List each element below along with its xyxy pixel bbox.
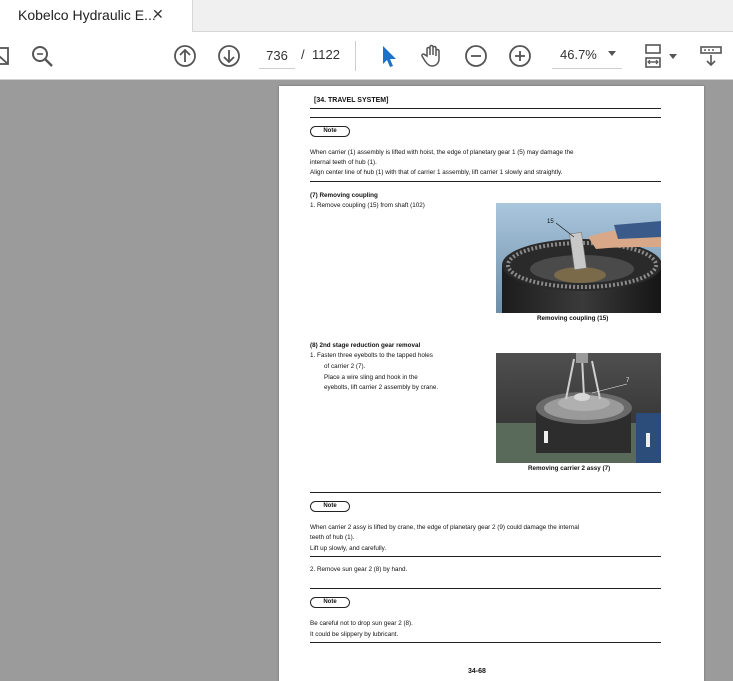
page-total: 1122 <box>312 47 340 62</box>
note2-top-rule <box>310 492 661 493</box>
coupling-photo <box>496 203 661 313</box>
note2-line: When carrier 2 assy is lifted by crane, … <box>310 524 580 531</box>
scroll-up-icon[interactable] <box>171 42 199 70</box>
section7-step: 1. Remove coupling (15) from shaft (102) <box>310 202 425 209</box>
photo2-caption: Removing carrier 2 assy (7) <box>528 465 611 472</box>
note-badge: Note <box>310 501 350 512</box>
section7-title: (7) Removing coupling <box>310 192 378 199</box>
section8-step: Place a wire sling and hook in the <box>324 374 418 381</box>
note-badge: Note <box>310 126 350 137</box>
document-tab[interactable]: Kobelco Hydraulic E... ✕ <box>0 0 193 33</box>
note1-bottom-rule <box>310 181 661 182</box>
section8-step: 1. Fasten three eyebolts to the tapped h… <box>310 352 433 359</box>
page-fit-icon[interactable] <box>640 42 668 70</box>
document-page: [34. TRAVEL SYSTEM] Note When carrier (1… <box>279 86 704 681</box>
note-badge: Note <box>310 597 350 608</box>
page-number: 34-68 <box>468 668 486 675</box>
header-rule <box>310 108 661 109</box>
search-icon[interactable] <box>28 42 56 70</box>
scroll-down-icon[interactable] <box>215 42 243 70</box>
zoom-value: 46.7% <box>560 47 597 62</box>
zoom-out-icon[interactable] <box>462 42 490 70</box>
select-cursor-icon[interactable] <box>375 42 403 70</box>
carrier-photo <box>496 353 661 463</box>
section-header: [34. TRAVEL SYSTEM] <box>314 97 389 104</box>
note2-line: teeth of hub (1). <box>310 534 355 541</box>
photo2-callout: 7 <box>626 378 630 384</box>
note3-line: It could be slippery by lubricant. <box>310 631 399 638</box>
zoom-dropdown[interactable]: 46.7% <box>552 43 622 69</box>
note1-line: Align center line of hub (1) with that o… <box>310 169 563 176</box>
section8-step: eyebolts, lift carrier 2 assembly by cra… <box>324 384 439 391</box>
note2-line: Lift up slowly, and carefully. <box>310 545 387 552</box>
photo1-caption: Removing coupling (15) <box>537 315 609 322</box>
hand-pan-icon[interactable] <box>418 42 446 70</box>
note2-bottom-rule <box>310 556 661 557</box>
section8-step: of carrier 2 (7). <box>324 363 366 370</box>
tab-bar: Kobelco Hydraulic E... ✕ <box>0 0 733 33</box>
tab-title: Kobelco Hydraulic E... <box>18 7 156 23</box>
scroll-mode-icon[interactable] <box>697 42 725 70</box>
page-separator: / <box>301 47 305 62</box>
page-number-input[interactable] <box>259 43 295 69</box>
note3-top-rule <box>310 588 661 589</box>
note3-line: Be careful not to drop sun gear 2 (8). <box>310 620 413 627</box>
note1-line: internal teeth of hub (1). <box>310 159 377 166</box>
section8-title: (8) 2nd stage reduction gear removal <box>310 342 421 349</box>
note1-line: When carrier (1) assembly is lifted with… <box>310 149 574 156</box>
zoom-in-icon[interactable] <box>506 42 534 70</box>
note3-bottom-rule <box>310 642 661 643</box>
note1-top-rule <box>310 117 661 118</box>
chevron-down-icon <box>608 51 616 56</box>
sign-icon[interactable] <box>0 42 14 70</box>
pdf-toolbar: / 1122 46.7% <box>0 32 733 80</box>
toolbar-divider <box>355 41 356 71</box>
page-fit-chevron-icon[interactable] <box>669 54 677 59</box>
step2-text: 2. Remove sun gear 2 (8) by hand. <box>310 566 408 573</box>
close-tab-icon[interactable]: ✕ <box>152 6 166 24</box>
photo1-callout: 15 <box>547 219 554 225</box>
